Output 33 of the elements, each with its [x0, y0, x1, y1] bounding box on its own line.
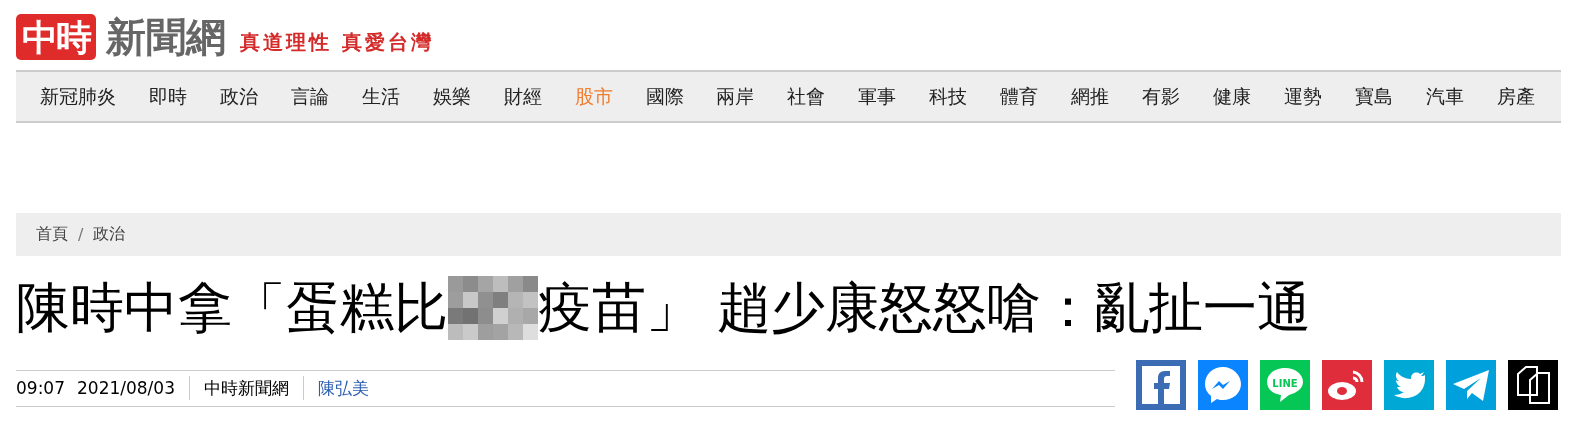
nav-link[interactable]: 體育	[1000, 83, 1039, 110]
nav-link[interactable]: 健康	[1213, 83, 1251, 110]
nav-link[interactable]: 財經	[503, 83, 542, 110]
logo-text: 新聞網	[106, 14, 226, 60]
author-link[interactable]: 陳弘美	[318, 376, 369, 400]
headline: 疫苗」 趙少康怒怒嗆：亂扯一通	[538, 274, 1312, 341]
nav-link[interactable]: 網推	[1071, 83, 1110, 110]
nav-link[interactable]: 生活	[361, 83, 400, 110]
nav-link[interactable]: 軍事	[858, 83, 897, 110]
nav-link[interactable]: 房產	[1496, 83, 1535, 110]
breadcrumb-link[interactable]: 政治	[93, 224, 126, 245]
nav-link[interactable]: 娛樂	[432, 83, 471, 110]
nav-link[interactable]: 言論	[290, 83, 329, 110]
nav-link[interactable]: 有影	[1142, 83, 1181, 110]
breadcrumb-link[interactable]: 首頁	[36, 224, 68, 245]
nav-link[interactable]: 新冠肺炎	[40, 83, 116, 110]
nav-link[interactable]: 即時	[148, 83, 187, 110]
nav-link[interactable]: 寶島	[1354, 83, 1393, 110]
nav-link[interactable]: 國際	[645, 83, 684, 110]
share-button[interactable]	[1508, 360, 1558, 410]
nav-link[interactable]: 政治	[219, 83, 258, 110]
slogan: 真道理性 真愛台灣	[240, 29, 434, 56]
logo-badge: 中時	[16, 14, 96, 60]
date: 2021/08/03	[77, 378, 175, 398]
nav-link[interactable]: 科技	[929, 83, 968, 110]
time: 09:07	[16, 378, 65, 398]
nav-link[interactable]: 兩岸	[716, 83, 755, 110]
source: 中時新聞網	[204, 376, 289, 400]
nav-link[interactable]: 運勢	[1283, 83, 1322, 110]
nav-link[interactable]: 社會	[787, 83, 826, 110]
nav-link[interactable]: 汽車	[1425, 83, 1464, 110]
headline: 陳時中拿「蛋糕比	[16, 274, 448, 341]
breadcrumb-separator: /	[78, 225, 84, 244]
